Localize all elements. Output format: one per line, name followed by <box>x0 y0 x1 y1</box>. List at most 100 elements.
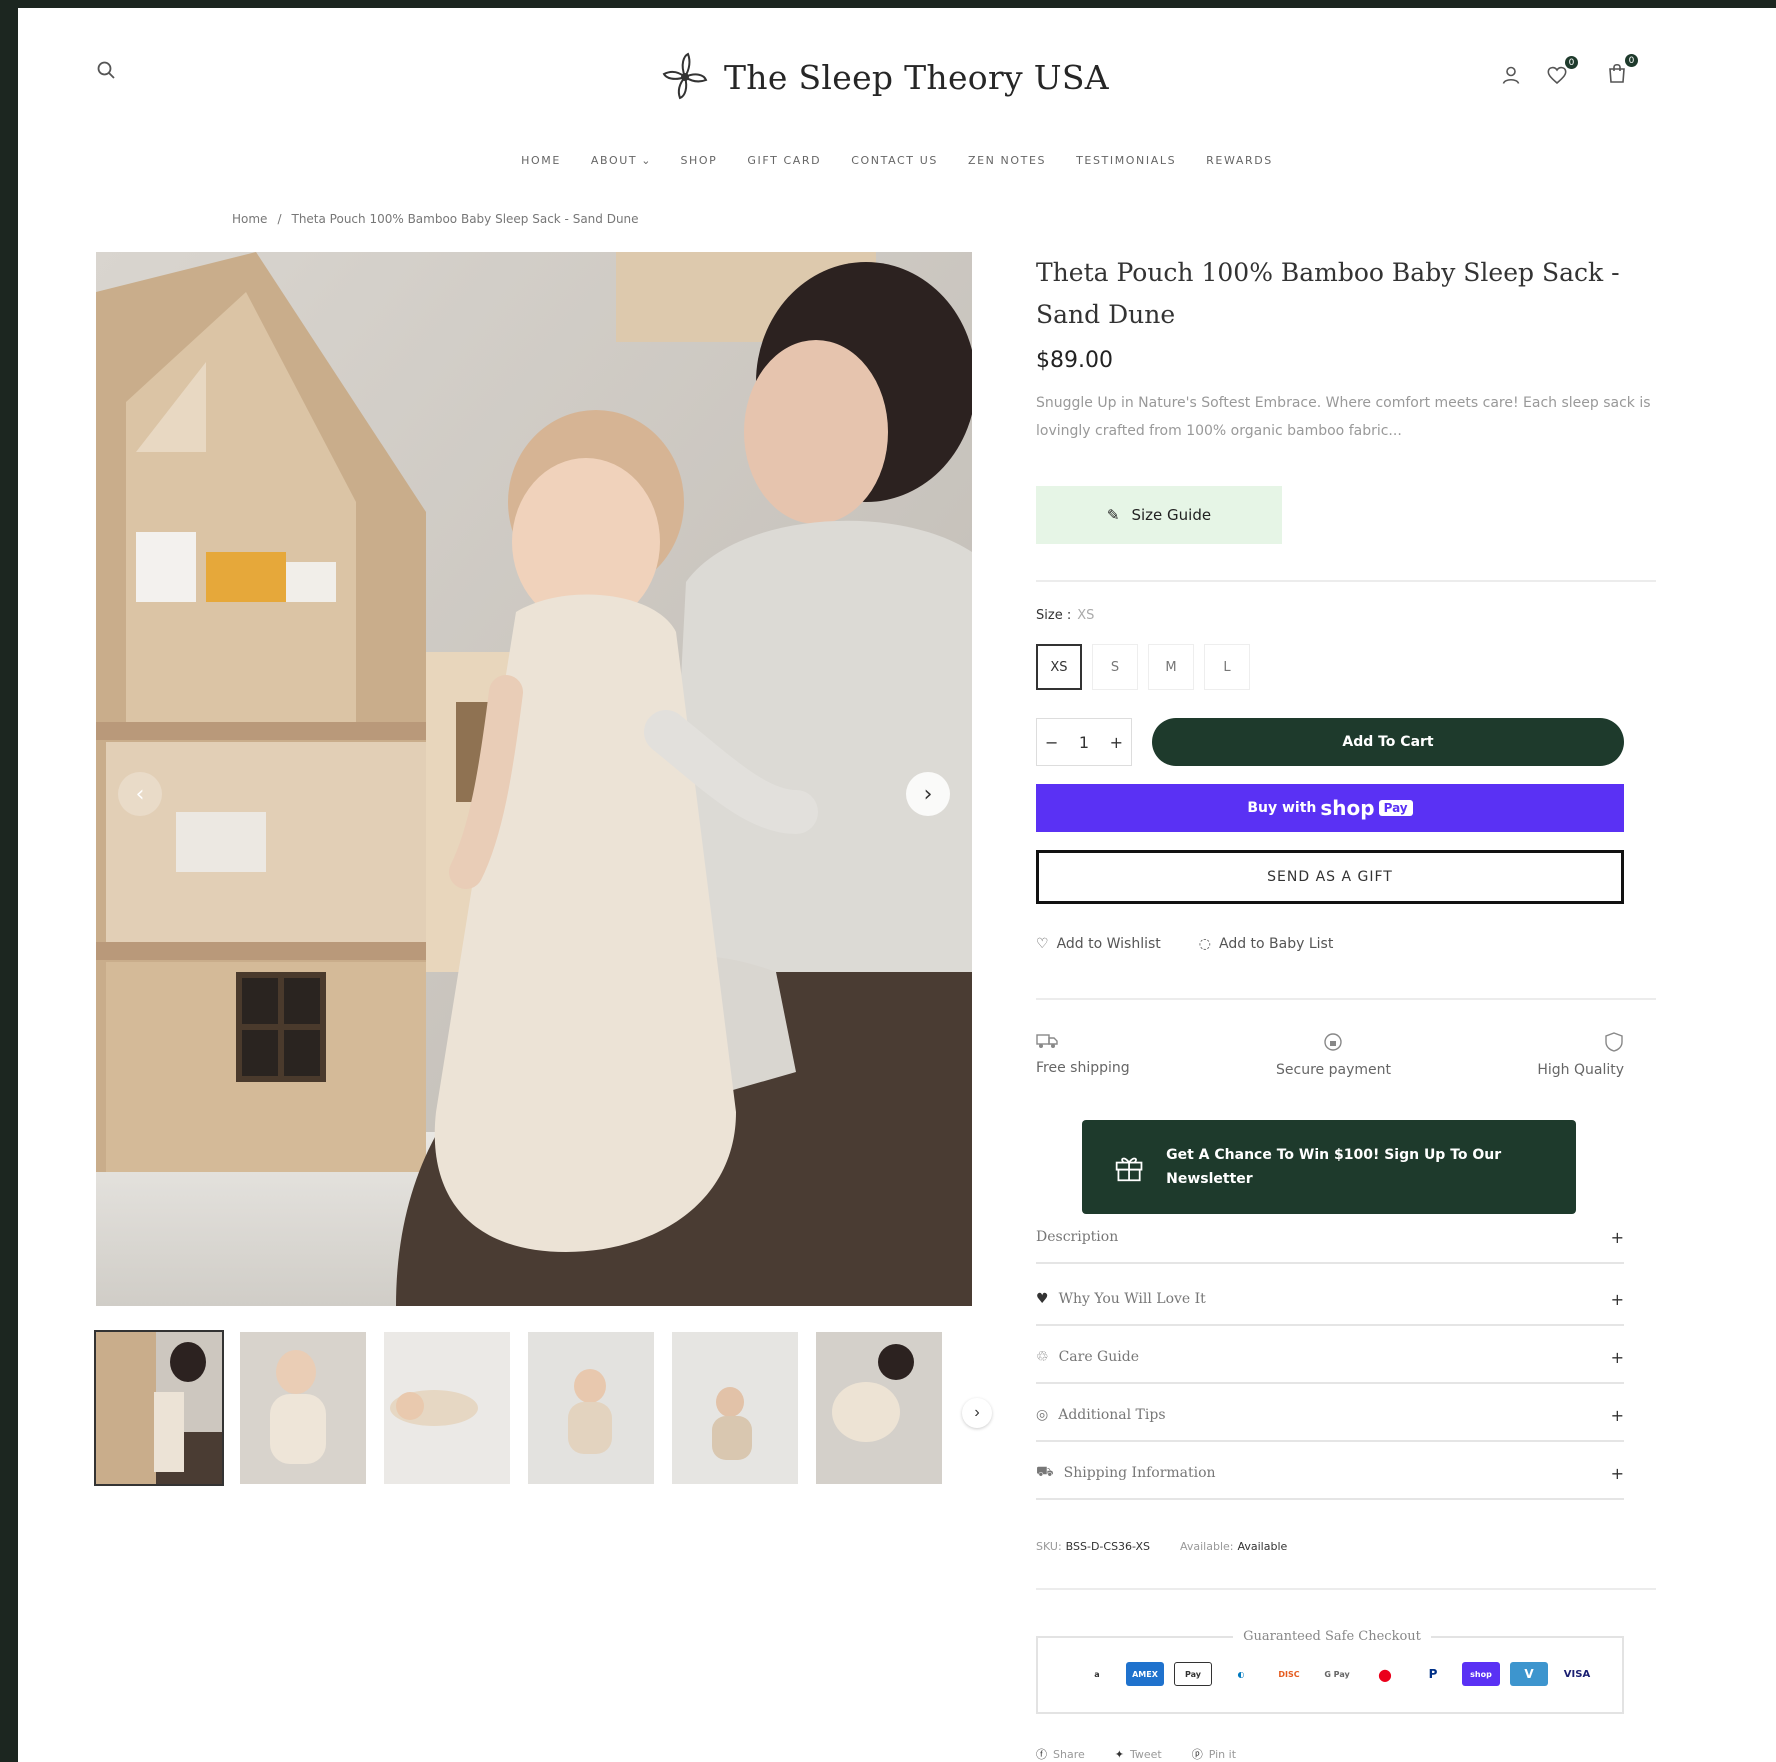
thumbnail-5[interactable] <box>670 1330 800 1486</box>
gallery-prev-button[interactable]: ‹ <box>118 772 162 816</box>
chevron-down-icon: ⌄ <box>641 154 651 167</box>
share-twitter[interactable]: ✦ Tweet <box>1115 1746 1162 1762</box>
share-row: ⓕ Share ✦ Tweet ⓟ Pin it <box>1036 1746 1236 1762</box>
shop-pay-button[interactable]: Buy with shop Pay <box>1036 784 1624 832</box>
paypal-icon: P <box>1428 1667 1438 1681</box>
feature-high-quality: High Quality <box>1537 1032 1624 1078</box>
feature-label: Free shipping <box>1036 1060 1130 1076</box>
add-to-baby-list-link[interactable]: ◌ Add to Baby List <box>1199 936 1334 952</box>
newsletter-banner[interactable]: Get A Chance To Win $100! Sign Up To Our… <box>1082 1120 1576 1214</box>
thumbnail-image <box>528 1332 654 1484</box>
thumbnail-3[interactable] <box>382 1330 512 1486</box>
shop-pay-shop: shop <box>1320 796 1375 820</box>
care-icon: ♲ <box>1036 1349 1049 1365</box>
share-label: Share <box>1053 1747 1085 1761</box>
size-label: Size : XS <box>1036 608 1094 623</box>
nav-item-about[interactable]: ABOUT ⌄ <box>591 154 651 167</box>
add-to-wishlist-link[interactable]: ♡ Add to Wishlist <box>1036 936 1161 952</box>
logo-flower-icon <box>662 52 708 100</box>
availability-value: Available <box>1237 1540 1288 1553</box>
wishlist-icon[interactable]: 0 <box>1544 56 1578 88</box>
thumbnail-2[interactable] <box>238 1330 368 1486</box>
visa-icon: VISA <box>1563 1668 1591 1680</box>
thumbnail-6[interactable] <box>814 1330 944 1486</box>
feature-label: Secure payment <box>1276 1062 1391 1078</box>
selected-size: XS <box>1077 608 1095 623</box>
share-facebook[interactable]: ⓕ Share <box>1036 1746 1085 1762</box>
diners-club-icon: ◐ <box>1237 1669 1245 1679</box>
send-as-gift-button[interactable]: SEND AS A GIFT <box>1036 850 1624 904</box>
product-info: Theta Pouch 100% Bamboo Baby Sleep Sack … <box>1036 252 1656 1761</box>
gift-list-icon: ◌ <box>1198 936 1211 952</box>
heart-icon: ♡ <box>1036 936 1049 952</box>
nav-item-gift-card[interactable]: GIFT CARD <box>747 154 821 167</box>
size-option-s[interactable]: S <box>1092 644 1138 690</box>
accordion-description[interactable]: Description + <box>1036 1212 1624 1264</box>
quantity-decrease-button[interactable]: − <box>1045 733 1058 752</box>
shop-pay-buy-with: Buy with <box>1247 800 1317 816</box>
size-label-text: Size : <box>1036 608 1072 623</box>
heart-filled-icon: ♥ <box>1036 1291 1049 1307</box>
shipping-icon: ⛟ <box>1036 1464 1054 1480</box>
plus-icon: + <box>1610 1289 1624 1309</box>
size-option-xs[interactable]: XS <box>1036 644 1082 690</box>
quantity-stepper: − 1 + <box>1036 718 1132 766</box>
availability: Available: Available <box>1180 1540 1287 1553</box>
nav-item-home[interactable]: HOME <box>521 154 561 167</box>
shop-pay-pay: Pay <box>1378 800 1413 816</box>
twitter-icon: ✦ <box>1114 1747 1124 1761</box>
breadcrumb-separator: / <box>277 212 282 226</box>
wishlist-row: ♡ Add to Wishlist ◌ Add to Baby List <box>1036 936 1333 952</box>
add-to-cart-button[interactable]: Add To Cart <box>1152 718 1624 766</box>
divider <box>1036 580 1656 582</box>
accordion-why-you-will-love-it[interactable]: ♥ Why You Will Love It + <box>1036 1274 1624 1326</box>
size-option-m[interactable]: M <box>1148 644 1194 690</box>
share-pinterest[interactable]: ⓟ Pin it <box>1192 1746 1236 1762</box>
size-guide-button[interactable]: ✎ Size Guide <box>1036 486 1282 544</box>
accordion-label: Shipping Information <box>1063 1465 1216 1481</box>
quantity-value[interactable]: 1 <box>1079 733 1089 752</box>
mastercard-icon: ● <box>1378 1664 1392 1684</box>
plus-icon: + <box>1610 1405 1624 1425</box>
chevron-left-icon: ‹ <box>135 781 145 807</box>
google-pay-icon: G Pay <box>1324 1669 1350 1679</box>
thumbnail-4[interactable] <box>526 1330 656 1486</box>
cart-icon[interactable]: 0 <box>1604 54 1638 86</box>
accordion-shipping-information[interactable]: ⛟ Shipping Information + <box>1036 1448 1624 1500</box>
thumbnail-image <box>816 1332 942 1484</box>
ruler-icon: ✎ <box>1106 506 1120 524</box>
nav-item-testimonials[interactable]: TESTIMONIALS <box>1076 154 1176 167</box>
accordion-additional-tips[interactable]: ◎ Additional Tips + <box>1036 1390 1624 1442</box>
nav-item-rewards[interactable]: REWARDS <box>1206 154 1273 167</box>
site-logo[interactable]: The Sleep Theory USA <box>658 50 1109 104</box>
accordion-care-guide[interactable]: ♲ Care Guide + <box>1036 1332 1624 1384</box>
search-icon[interactable] <box>94 58 118 82</box>
facebook-icon: ⓕ <box>1036 1748 1047 1761</box>
product-main-image[interactable]: ‹ › <box>96 252 972 1306</box>
newsletter-text: Get A Chance To Win $100! Sign Up To Our… <box>1166 1147 1502 1187</box>
breadcrumb-home[interactable]: Home <box>232 212 267 226</box>
thumbnail-1[interactable] <box>94 1330 224 1486</box>
apple-pay-icon: Pay <box>1174 1662 1212 1686</box>
nav-item-contact-us[interactable]: CONTACT US <box>851 154 938 167</box>
product-photo <box>96 252 972 1306</box>
accordion-label: Description <box>1036 1229 1119 1245</box>
product-price: $89.00 <box>1036 348 1113 373</box>
divider <box>1036 1588 1656 1590</box>
quantity-increase-button[interactable]: + <box>1110 733 1123 752</box>
nav-item-shop[interactable]: SHOP <box>680 154 717 167</box>
product-meta: SKU: BSS-D-CS36-XS Available: Available <box>1036 1540 1287 1553</box>
sku: SKU: BSS-D-CS36-XS <box>1036 1540 1150 1553</box>
safe-checkout-title-wrap: Guaranteed Safe Checkout <box>1038 1627 1626 1645</box>
thumbnail-next-button[interactable]: › <box>962 1398 992 1428</box>
breadcrumb-current: Theta Pouch 100% Bamboo Baby Sleep Sack … <box>291 212 639 226</box>
amex-icon: AMEX <box>1126 1662 1164 1686</box>
add-to-wishlist-label: Add to Wishlist <box>1056 936 1161 952</box>
account-icon[interactable] <box>1498 62 1524 88</box>
gallery-next-button[interactable]: › <box>906 772 950 816</box>
availability-label: Available: <box>1180 1540 1234 1553</box>
chevron-right-icon: › <box>923 781 933 807</box>
size-option-l[interactable]: L <box>1204 644 1250 690</box>
tips-icon: ◎ <box>1036 1407 1049 1423</box>
nav-item-zen-notes[interactable]: ZEN NOTES <box>968 154 1046 167</box>
